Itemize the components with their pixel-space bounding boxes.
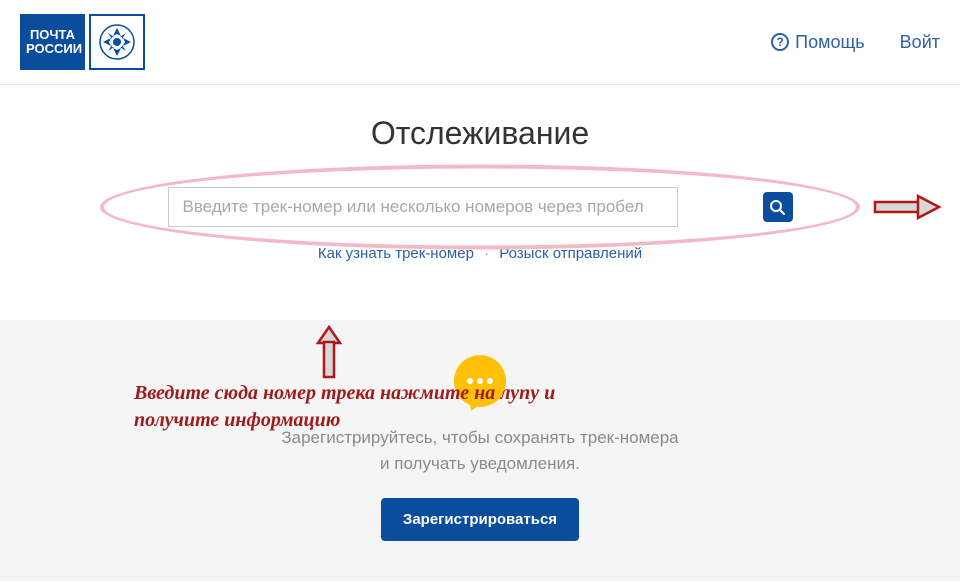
track-number-input[interactable]	[168, 187, 678, 227]
logo-line2: РОССИИ	[26, 42, 79, 56]
search-button[interactable]	[763, 192, 793, 222]
annotation-line1: Введите сюда номер трека нажмите на лупу…	[134, 380, 555, 407]
annotation-text: Введите сюда номер трека нажмите на лупу…	[134, 380, 555, 434]
search-icon	[769, 199, 786, 216]
sub-links: Как узнать трек-номер · Розыск отправлен…	[0, 245, 960, 262]
link-separator: ·	[484, 245, 489, 262]
page-title: Отслеживание	[0, 115, 960, 152]
annotation-arrow-right-icon	[873, 194, 943, 220]
how-to-find-track-link[interactable]: Как узнать трек-номер	[318, 245, 474, 262]
logo-line1: ПОЧТА	[26, 28, 79, 42]
register-promo-section: Зарегистрируйтесь, чтобы сохранять трек-…	[0, 320, 960, 581]
header: ПОЧТА РОССИИ ? Помощь Войт	[0, 0, 960, 85]
register-button[interactable]: Зарегистрироваться	[381, 498, 579, 541]
main-section: Отслеживание Как узнать трек-номер · Роз…	[0, 85, 960, 581]
logo-text: ПОЧТА РОССИИ	[20, 14, 85, 70]
help-link[interactable]: ? Помощь	[771, 32, 865, 53]
header-links: ? Помощь Войт	[771, 32, 940, 53]
help-icon: ?	[771, 33, 789, 51]
search-shipments-link[interactable]: Розыск отправлений	[499, 245, 642, 262]
help-label: Помощь	[795, 32, 865, 53]
promo-line2: и получать уведомления.	[20, 451, 940, 477]
login-link[interactable]: Войт	[900, 32, 940, 53]
logo-group[interactable]: ПОЧТА РОССИИ	[20, 14, 145, 70]
search-row	[168, 187, 793, 227]
annotation-line2: получите информацию	[134, 407, 555, 434]
search-wrapper	[168, 187, 793, 227]
logo-emblem-icon	[89, 14, 145, 70]
